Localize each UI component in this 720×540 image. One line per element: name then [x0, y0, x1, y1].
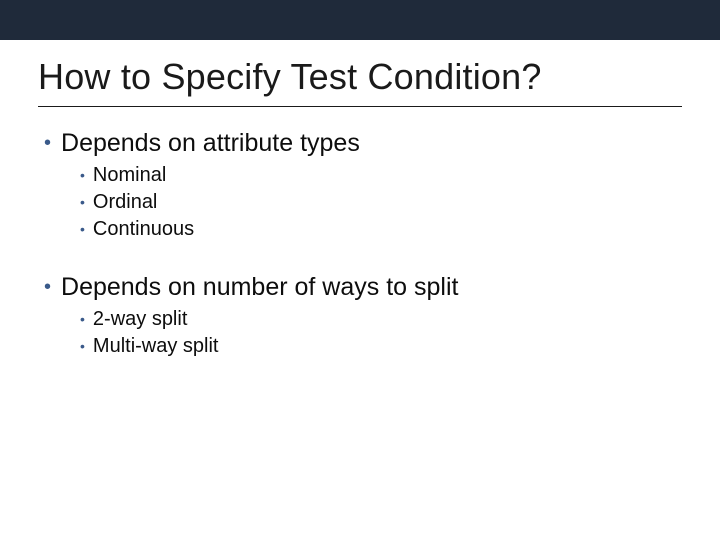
spacer — [38, 245, 682, 273]
bullet-dot-icon: • — [80, 312, 85, 326]
bullet-dot-icon: • — [80, 195, 85, 209]
bullet-level2: • 2-way split — [80, 308, 682, 331]
sub-bullet-text: Ordinal — [93, 191, 157, 214]
sub-bullet-text: 2-way split — [93, 308, 187, 331]
bullet-text: Depends on number of ways to split — [61, 273, 458, 302]
bullet-dot-icon: • — [80, 339, 85, 353]
sub-bullet-text: Nominal — [93, 164, 166, 187]
bullet-level1: • Depends on number of ways to split — [44, 273, 682, 302]
slide-content: How to Specify Test Condition? • Depends… — [0, 40, 720, 358]
bullet-dot-icon: • — [44, 277, 51, 297]
sub-bullet-group: • Nominal • Ordinal • Continuous — [80, 164, 682, 241]
bullet-dot-icon: • — [80, 222, 85, 236]
bullet-level2: • Nominal — [80, 164, 682, 187]
bullet-text: Depends on attribute types — [61, 129, 360, 158]
sub-bullet-group: • 2-way split • Multi-way split — [80, 308, 682, 358]
bullet-dot-icon: • — [44, 133, 51, 153]
bullet-dot-icon: • — [80, 168, 85, 182]
bullet-level2: • Continuous — [80, 218, 682, 241]
bullet-level2: • Multi-way split — [80, 335, 682, 358]
sub-bullet-text: Multi-way split — [93, 335, 219, 358]
title-underline — [38, 106, 682, 107]
slide-title: How to Specify Test Condition? — [38, 56, 682, 98]
sub-bullet-text: Continuous — [93, 218, 194, 241]
bullet-level2: • Ordinal — [80, 191, 682, 214]
bullet-level1: • Depends on attribute types — [44, 129, 682, 158]
slide: How to Specify Test Condition? • Depends… — [0, 0, 720, 540]
header-band — [0, 0, 720, 40]
